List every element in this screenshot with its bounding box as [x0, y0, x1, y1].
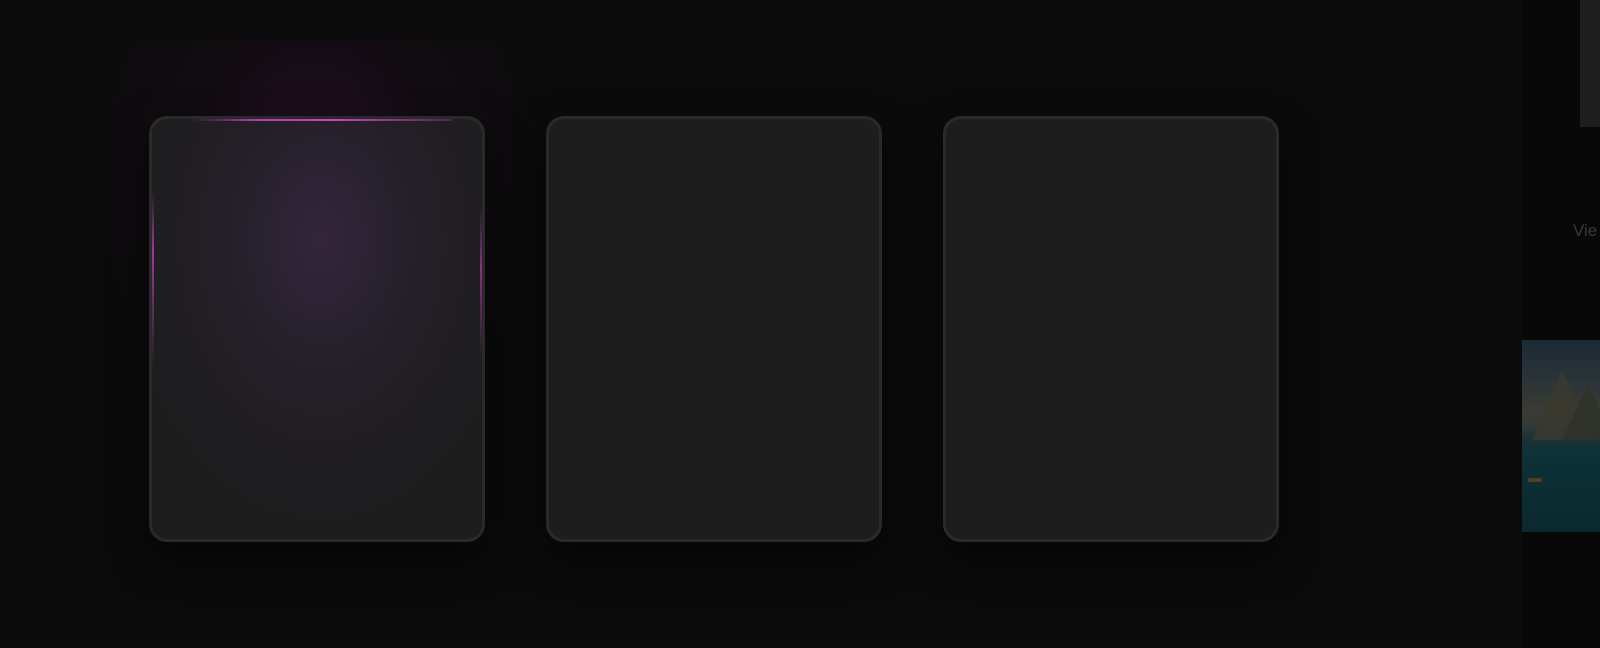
- page-background: Vie: [0, 0, 1600, 648]
- side-panel-block: [1580, 0, 1600, 127]
- boat-shape: [1528, 478, 1542, 482]
- card-hover-glow: [152, 119, 482, 539]
- card-3[interactable]: [943, 116, 1279, 542]
- card-accent-right-edge: [480, 209, 482, 359]
- card-accent-top-edge: [192, 119, 452, 121]
- view-link[interactable]: Vie: [1573, 221, 1597, 241]
- card-1[interactable]: [149, 116, 485, 542]
- landscape-thumbnail[interactable]: [1522, 340, 1600, 532]
- card-2[interactable]: [546, 116, 882, 542]
- card-accent-left-edge: [152, 189, 154, 369]
- side-panel: Vie: [1522, 0, 1600, 648]
- mountain-shape: [1562, 385, 1600, 440]
